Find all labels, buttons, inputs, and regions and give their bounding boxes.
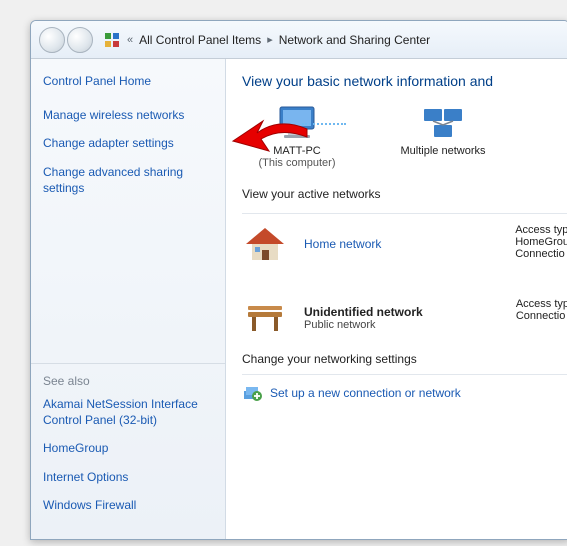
add-connection-icon bbox=[242, 385, 262, 401]
sidebar-change-adapter[interactable]: Change adapter settings bbox=[43, 135, 213, 151]
chevron-right-icon: ▸ bbox=[267, 33, 273, 46]
back-button[interactable] bbox=[39, 27, 65, 53]
network-unidentified-title: Unidentified network bbox=[304, 305, 423, 319]
divider-2 bbox=[242, 374, 567, 375]
chevron-left-icon: « bbox=[127, 34, 133, 46]
active-networks-header: View your active networks bbox=[242, 187, 567, 201]
network-icon bbox=[420, 105, 466, 141]
topology-line-icon bbox=[302, 123, 346, 125]
topology-computer-sub: (This computer) bbox=[242, 157, 352, 169]
seealso-internet-options[interactable]: Internet Options bbox=[43, 469, 213, 485]
seealso-akamai[interactable]: Akamai NetSession Interface Control Pane… bbox=[43, 396, 213, 428]
control-panel-icon bbox=[103, 31, 121, 49]
access-info-2: Access typ Connectio bbox=[516, 298, 567, 322]
task-setup-link[interactable]: Set up a new connection or network bbox=[270, 386, 461, 400]
change-settings-header: Change your networking settings bbox=[242, 352, 567, 366]
page-title: View your basic network information and bbox=[242, 73, 567, 89]
see-also-header: See also bbox=[43, 374, 213, 388]
nav-buttons bbox=[39, 27, 93, 53]
access-info-1: Access typ HomeGrou Connectio bbox=[515, 224, 567, 260]
forward-button[interactable] bbox=[67, 27, 93, 53]
bench-icon bbox=[242, 298, 288, 338]
network-home-title[interactable]: Home network bbox=[304, 237, 381, 251]
control-panel-window: « All Control Panel Items ▸ Network and … bbox=[30, 20, 567, 540]
breadcrumb-bar[interactable]: « All Control Panel Items ▸ Network and … bbox=[103, 31, 430, 49]
topology-computer[interactable]: MATT-PC (This computer) bbox=[242, 105, 352, 169]
breadcrumb-current[interactable]: Network and Sharing Center bbox=[279, 33, 430, 47]
window-body: Control Panel Home Manage wireless netwo… bbox=[31, 59, 567, 539]
network-unidentified-sub: Public network bbox=[304, 319, 423, 331]
topology-networks-name: Multiple networks bbox=[388, 145, 498, 157]
sidebar-manage-wireless[interactable]: Manage wireless networks bbox=[43, 107, 213, 123]
sidebar-home[interactable]: Control Panel Home bbox=[43, 73, 213, 89]
house-icon bbox=[242, 224, 288, 264]
main-panel: View your basic network information and … bbox=[226, 59, 567, 539]
seealso-windows-firewall[interactable]: Windows Firewall bbox=[43, 497, 213, 513]
seealso-homegroup[interactable]: HomeGroup bbox=[43, 440, 213, 456]
topology-computer-name: MATT-PC bbox=[242, 145, 352, 157]
title-bar: « All Control Panel Items ▸ Network and … bbox=[31, 21, 567, 59]
breadcrumb-root[interactable]: All Control Panel Items bbox=[139, 33, 261, 47]
task-setup-connection[interactable]: Set up a new connection or network bbox=[242, 385, 567, 401]
topology-networks[interactable]: Multiple networks bbox=[388, 105, 498, 169]
sidebar: Control Panel Home Manage wireless netwo… bbox=[31, 59, 226, 539]
sidebar-change-advanced[interactable]: Change advanced sharing settings bbox=[43, 164, 213, 196]
topology-row: MATT-PC (This computer) Multiple network… bbox=[242, 105, 567, 169]
divider bbox=[242, 213, 567, 214]
